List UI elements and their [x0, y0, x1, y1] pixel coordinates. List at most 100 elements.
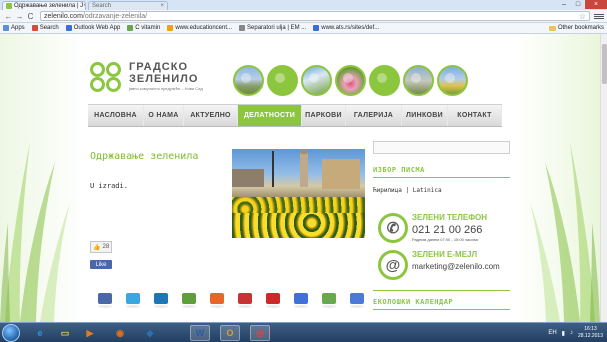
bookmark-label: www.educationcent...	[175, 25, 233, 31]
nav-item[interactable]: ГАЛЕРИЈА	[346, 105, 402, 126]
minimize-button[interactable]: ‒	[557, 0, 571, 9]
language-indicator[interactable]: ЕН	[548, 330, 556, 336]
bookmark-favicon-icon	[31, 25, 38, 31]
bookmark-item[interactable]: www.educationcent...	[167, 25, 232, 31]
bookmark-item[interactable]: Outlook Web App	[65, 25, 120, 31]
reload-button[interactable]: C	[25, 11, 36, 22]
clock[interactable]: 16:13 28.12.2013	[578, 326, 603, 340]
bookmark-star-icon[interactable]: ☆	[579, 12, 586, 21]
eco-calendar-heading: ЕКОЛОШКИ КАЛЕНДАР	[373, 298, 454, 306]
back-button[interactable]: ←	[3, 11, 14, 22]
photoshop-taskbar-icon[interactable]: ◆	[140, 325, 160, 341]
phone-icon: ✆	[378, 213, 408, 243]
tab-close-icon[interactable]: ×	[83, 3, 85, 9]
bookmark-item[interactable]: Apps	[3, 25, 25, 31]
share-icon[interactable]	[154, 293, 168, 308]
share-icon[interactable]	[238, 293, 252, 308]
window-controls: ‒ □ ×	[557, 0, 607, 9]
nav-item[interactable]: ПАРКОВИ	[302, 105, 346, 126]
volume-icon[interactable]: ♪	[570, 330, 573, 336]
facebook-like-button[interactable]: Like	[90, 260, 112, 269]
page-viewport: ГРАДСКО ЗЕЛЕНИЛО јавно комунално предузе…	[0, 34, 600, 322]
bookmark-item[interactable]: www.ats.rs/sites/def...	[313, 25, 379, 31]
bookmark-label: www.ats.rs/sites/def...	[321, 25, 380, 31]
grass-decoration-left	[0, 142, 70, 322]
scrollbar-thumb[interactable]	[602, 44, 607, 84]
media-player-taskbar-icon[interactable]: ▶	[80, 325, 100, 341]
header-photo-circle	[233, 65, 264, 96]
share-icon[interactable]	[182, 293, 196, 308]
maximize-button[interactable]: □	[571, 0, 585, 9]
network-icon[interactable]: ▮	[562, 330, 565, 337]
chrome-taskbar-icon[interactable]: ◎	[250, 325, 270, 341]
bookmark-item[interactable]: Separatori ulja | EM ...	[239, 25, 306, 31]
site-container: ГРАДСКО ЗЕЛЕНИЛО јавно комунално предузе…	[88, 34, 520, 322]
bookmark-label: C vitamin	[135, 25, 161, 31]
firefox-taskbar-icon[interactable]: ◉	[110, 325, 130, 341]
share-icon[interactable]	[350, 293, 364, 308]
like-count: 28	[102, 244, 110, 250]
share-icon[interactable]	[294, 293, 308, 308]
nav-item[interactable]: ЛИНКОВИ	[402, 105, 448, 126]
nav-item[interactable]: КОНТАКТ	[448, 105, 502, 126]
other-bookmarks[interactable]: Other bookmarks	[548, 25, 604, 31]
share-icon[interactable]	[98, 293, 112, 308]
tab-active[interactable]: Одржавање зеленила | Ј ×	[2, 1, 86, 10]
script-choice-heading: ИЗБОР ПИСМА	[373, 166, 425, 174]
divider	[373, 177, 510, 178]
url-path: /odrzavanje-zelenila/	[82, 12, 148, 20]
bookmark-favicon-icon	[3, 25, 9, 31]
header-green-circle	[267, 65, 298, 96]
phone-hours: Радним данем 07:00 - 15:00 часова	[412, 237, 478, 242]
chrome-menu-icon[interactable]	[594, 11, 604, 21]
internet-explorer-taskbar-icon[interactable]: e	[30, 325, 50, 341]
thumbs-up-icon: 👍	[93, 244, 101, 251]
nav-item[interactable]: НАСЛОВНА	[88, 105, 144, 126]
logo-title[interactable]: ГРАДСКО ЗЕЛЕНИЛО	[129, 61, 198, 85]
tab-title: Одржавање зеленила | Ј	[14, 3, 84, 9]
start-button[interactable]	[2, 324, 20, 342]
script-options[interactable]: Ћирилица | Latinica	[373, 187, 442, 194]
share-icon[interactable]	[322, 293, 336, 308]
logo-line1: ГРАДСКО	[129, 61, 189, 73]
forward-button[interactable]: →	[14, 11, 25, 22]
close-window-button[interactable]: ×	[585, 0, 607, 9]
browser-titlebar: Одржавање зеленила | Ј × Search × ‒ □ ×	[0, 0, 607, 10]
clock-date: 28.12.2013	[577, 333, 603, 339]
bookmark-item[interactable]: Search	[31, 25, 59, 31]
outlook-taskbar-icon[interactable]: O	[220, 325, 240, 341]
logo-icon[interactable]	[90, 62, 126, 94]
bookmark-item[interactable]: C vitamin	[127, 25, 160, 31]
header-image-circles	[233, 65, 468, 96]
at-sign-icon: @	[378, 250, 408, 280]
phone-number[interactable]: 021 21 00 266	[412, 224, 482, 236]
nav-item[interactable]: О НАМА	[144, 105, 184, 126]
system-tray: ЕН ▮ ♪ 16:13 28.12.2013	[548, 324, 603, 342]
search-input[interactable]	[373, 141, 510, 154]
bookmarks-bar: Apps Search Outlook Web App C vitamin www.ed…	[0, 23, 607, 34]
bookmark-favicon-icon	[127, 25, 134, 31]
file-explorer-taskbar-icon[interactable]: ▭	[55, 325, 75, 341]
share-icon[interactable]	[126, 293, 140, 308]
address-bar[interactable]: zelenilo.com/odrzavanje-zelenila/ ☆	[40, 11, 590, 21]
logo-subtitle: јавно комунално предузеће – Нови Сад	[129, 86, 203, 91]
share-icon[interactable]	[210, 293, 224, 308]
header-photo-circle	[301, 65, 332, 96]
nav-item[interactable]: АКТУЕЛНО	[184, 105, 238, 126]
site-favicon-icon	[6, 3, 12, 9]
bookmark-label: Separatori ulja | EM ...	[247, 25, 307, 31]
share-icon[interactable]	[266, 293, 280, 308]
page-title: Одржавање зеленила	[90, 151, 199, 162]
email-link[interactable]: marketing@zelenilo.com	[412, 262, 500, 271]
tab-close-icon[interactable]: ×	[160, 3, 164, 9]
bookmark-favicon-icon	[167, 25, 174, 31]
nav-item[interactable]: ДЕЛАТНОСТИ	[238, 105, 302, 126]
like-count-box[interactable]: 👍 28	[90, 241, 112, 253]
green-phone-block: ✆ ЗЕЛЕНИ ТЕЛЕФОН 021 21 00 266 Радним да…	[378, 213, 510, 247]
phone-label: ЗЕЛЕНИ ТЕЛЕФОН	[412, 213, 488, 222]
word-taskbar-icon[interactable]: W	[190, 325, 210, 341]
tab-search[interactable]: Search ×	[88, 1, 168, 10]
tab-title: Search	[92, 3, 112, 9]
page-scrollbar[interactable]	[600, 34, 607, 322]
green-email-block: @ ЗЕЛЕНИ Е-МЕЈЛ marketing@zelenilo.com	[378, 250, 510, 282]
